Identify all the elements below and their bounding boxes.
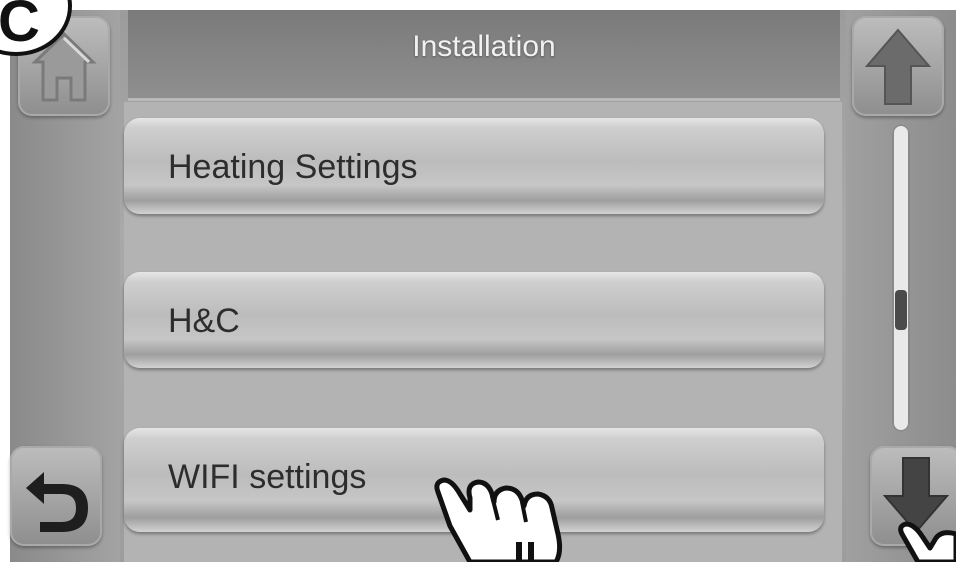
page-title: Installation (412, 30, 556, 63)
scrollbar-thumb[interactable] (895, 290, 907, 330)
menu-item-h-and-c[interactable]: H&C (124, 272, 824, 368)
title-bar: Installation (128, 10, 840, 101)
down-arrow-icon (882, 457, 950, 534)
scroll-up-button[interactable] (852, 16, 944, 116)
scrollbar-track[interactable] (892, 124, 910, 432)
menu-item-label: Heating Settings (168, 148, 418, 186)
up-arrow-icon (864, 28, 932, 105)
menu-item-label: WIFI settings (168, 458, 367, 496)
step-label-letter: C (0, 0, 40, 54)
menu-item-heating-settings[interactable]: Heating Settings (124, 118, 824, 214)
scroll-down-button[interactable] (870, 446, 956, 546)
back-arrow-icon (26, 472, 88, 532)
menu-item-wifi-settings[interactable]: WIFI settings (124, 428, 824, 532)
menu-item-label: H&C (168, 302, 240, 340)
back-button[interactable] (10, 446, 102, 546)
